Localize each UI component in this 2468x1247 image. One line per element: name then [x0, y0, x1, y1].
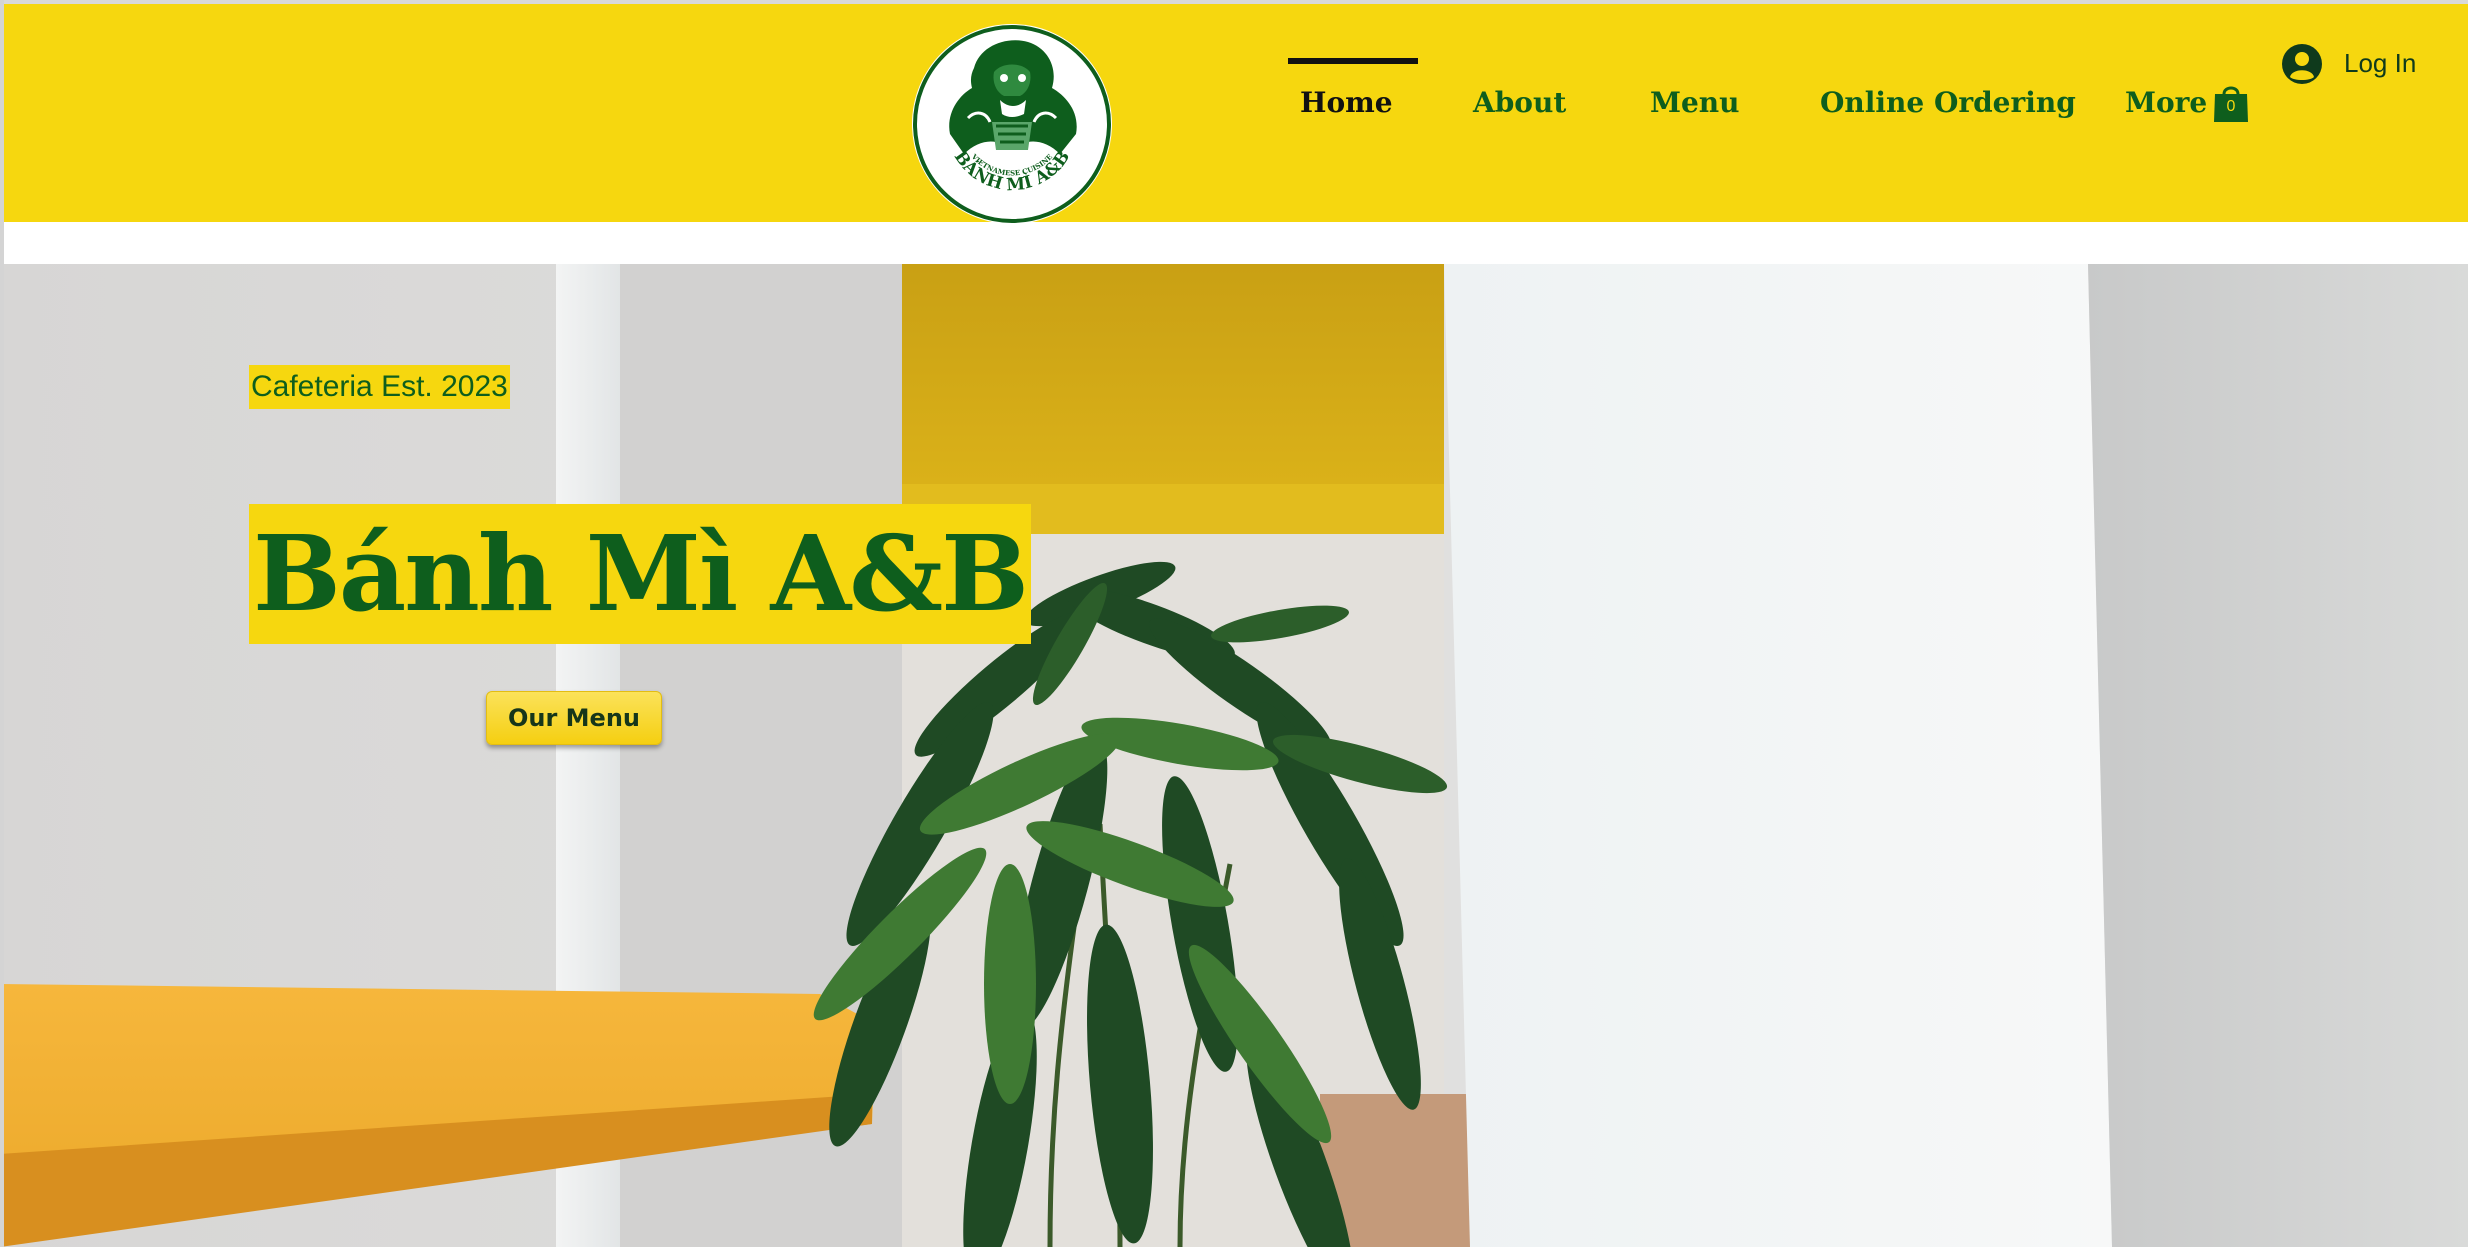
nav-item-label: About [1473, 86, 1567, 119]
site-logo[interactable]: VIETNAMESE CUISINE BÁNH MÌ A&B [910, 22, 1114, 226]
user-avatar-icon [2282, 44, 2322, 84]
nav-item-label: Home [1300, 86, 1393, 119]
nav-item-label: Online Ordering [1820, 86, 2076, 119]
cart-count-badge: 0 [2226, 98, 2236, 115]
cart-button[interactable]: 0 [2212, 82, 2250, 124]
gorilla-logo-icon: VIETNAMESE CUISINE BÁNH MÌ A&B [912, 24, 1112, 224]
nav-item-label: Menu [1650, 86, 1740, 119]
nav-item-label: More [2125, 86, 2208, 119]
hero-tagline: Cafeteria Est. 2023 [249, 365, 510, 409]
page: VIETNAMESE CUISINE BÁNH MÌ A&B Home Abou… [0, 0, 2468, 1247]
hero-background-photo [0, 264, 2468, 1247]
active-indicator [1288, 58, 1418, 64]
window-edge [0, 0, 4, 1247]
site-header: VIETNAMESE CUISINE BÁNH MÌ A&B Home Abou… [0, 0, 2468, 224]
login-label: Log In [2344, 48, 2417, 78]
our-menu-button[interactable]: Our Menu [486, 691, 662, 745]
hero-section: Cafeteria Est. 2023 Bánh Mì A&B Our Menu [0, 264, 2468, 1247]
hero-title: Bánh Mì A&B [249, 504, 1032, 644]
